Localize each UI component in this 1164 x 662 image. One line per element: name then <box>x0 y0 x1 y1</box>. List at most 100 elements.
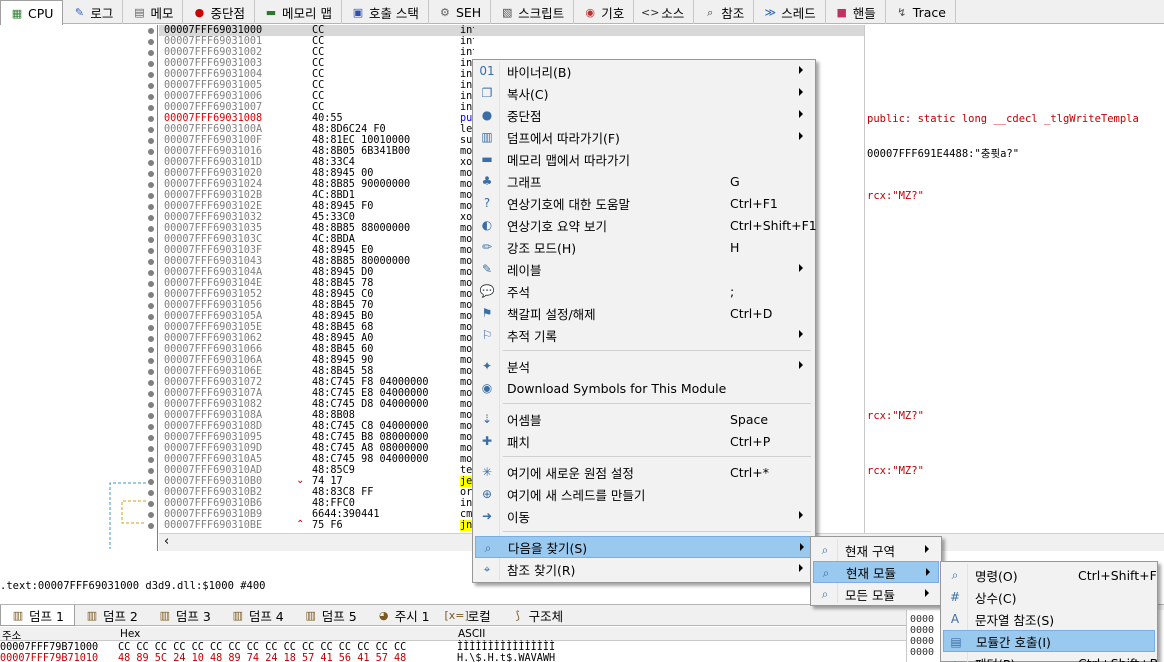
disasm-address[interactable]: 00007FFF6903102B <box>164 190 262 201</box>
disasm-address[interactable]: 00007FFF6903105A <box>164 311 262 322</box>
disasm-bytes[interactable]: 48:8B45 70 <box>312 300 429 311</box>
breakpoint-dot[interactable] <box>148 325 154 331</box>
disasm-bytes[interactable]: 48:C745 C8 04000000 <box>312 421 429 432</box>
disasm-address[interactable]: 00007FFF69031052 <box>164 289 262 300</box>
breakpoint-dot[interactable] <box>148 149 154 155</box>
bottom-tab-5[interactable]: ▥ 덤프 5 <box>294 605 367 626</box>
disasm-bytes[interactable]: 75 F6 <box>312 520 429 531</box>
breakpoint-dot[interactable] <box>148 105 154 111</box>
disasm-address[interactable]: 00007FFF6903106A <box>164 355 262 366</box>
dump-addr[interactable]: 00007FFF79B71010 <box>0 653 98 662</box>
menu-item-constant[interactable]: # 상수(C) <box>943 586 1155 608</box>
tab-handles[interactable]: ■ 핸들 <box>826 0 886 24</box>
tab-cpu[interactable]: ▦ CPU <box>0 0 64 25</box>
breakpoint-dot[interactable] <box>148 160 154 166</box>
menu-item-comment[interactable]: 💬 주석; <box>475 280 813 302</box>
disasm-address[interactable]: 00007FFF690310B2 <box>164 487 262 498</box>
disasm-address[interactable]: 00007FFF69031035 <box>164 223 262 234</box>
breakpoint-dot[interactable] <box>148 72 154 78</box>
breakpoint-dot[interactable] <box>148 204 154 210</box>
menu-item-goto[interactable]: ➜ 이동 <box>475 505 813 527</box>
disasm-address[interactable]: 00007FFF69031006 <box>164 91 262 102</box>
disasm-address[interactable]: 00007FFF6903102E <box>164 201 262 212</box>
menu-item-origin[interactable]: ✳ 여기에 새로운 원점 설정 Ctrl+* <box>475 461 813 483</box>
disasm-comment[interactable]: 00007FFF691E4488:"충퓟a?" <box>867 146 1019 161</box>
breakpoint-dot[interactable] <box>148 391 154 397</box>
disasm-bytes[interactable]: 48:8B85 88000000 <box>312 223 429 234</box>
disasm-address[interactable]: 00007FFF6903109D <box>164 443 262 454</box>
disasm-address[interactable]: 00007FFF690310A5 <box>164 454 262 465</box>
disasm-bytes[interactable]: 48:8945 E0 <box>312 245 429 256</box>
disasm-comment[interactable]: rcx:"MZ?" <box>867 190 924 202</box>
dump-hex[interactable]: 48 89 5C 24 10 48 89 74 24 18 57 41 56 4… <box>118 653 406 662</box>
disasm-address[interactable]: 00007FFF69031001 <box>164 36 262 47</box>
breakpoint-dot[interactable] <box>148 182 154 188</box>
disasm-bytes[interactable]: 48:85C9 <box>312 465 429 476</box>
disasm-address[interactable]: 00007FFF6903103C <box>164 234 262 245</box>
disasm-bytes[interactable]: 45:33C0 <box>312 212 429 223</box>
disasm-bytes[interactable]: CC <box>312 102 429 113</box>
menu-item-string[interactable]: A 문자열 참조(S) <box>943 608 1155 630</box>
disasm-bytes[interactable]: 40:55 <box>312 113 429 124</box>
disasm-address[interactable]: 00007FFF69031000 <box>164 25 262 36</box>
menu-item-graph[interactable]: ♣ 그래프 G <box>475 170 813 192</box>
disasm-bytes[interactable]: 48:81EC 10010000 <box>312 135 429 146</box>
bottom-tab-2[interactable]: ▥ 덤프 2 <box>75 605 148 626</box>
disasm-bytes[interactable]: 48:8B45 68 <box>312 322 429 333</box>
disasm-address[interactable]: 00007FFF690310B0 <box>164 476 262 487</box>
disasm-bytes[interactable]: CC <box>312 91 429 102</box>
menu-item-pattern[interactable]: ⌕ 패턴(P) Ctrl+Shift+B <box>943 652 1159 662</box>
disasm-bytes[interactable]: 48:33C4 <box>312 157 429 168</box>
bottom-tab-1[interactable]: ▥ 덤프 1 <box>0 605 75 626</box>
stack-value[interactable]: 0000 <box>910 614 934 625</box>
disasm-address[interactable]: 00007FFF6903108A <box>164 410 262 421</box>
stack-value[interactable]: 0000 <box>910 636 934 647</box>
tab-seh[interactable]: ⚙ SEH <box>429 0 492 24</box>
breakpoint-dot[interactable] <box>148 424 154 430</box>
menu-item-region[interactable]: ⌕ 현재 구역 <box>813 539 939 561</box>
disasm-comment[interactable]: public: static long __cdecl _tlgWriteTem… <box>867 113 1139 125</box>
menu-item-trace-record[interactable]: ⚐ 추적 기록 <box>475 324 813 346</box>
menu-item-patch[interactable]: ✚ 패치 Ctrl+P <box>475 430 813 452</box>
disasm-bytes[interactable]: CC <box>312 47 429 58</box>
disasm-address[interactable]: 00007FFF69031007 <box>164 102 262 113</box>
disasm-address[interactable]: 00007FFF69031020 <box>164 168 262 179</box>
disasm-bytes[interactable]: 48:FFC0 <box>312 498 429 509</box>
disasm-address[interactable]: 00007FFF69031095 <box>164 432 262 443</box>
disasm-comment[interactable]: rcx:"MZ?" <box>867 465 924 477</box>
breakpoint-dot[interactable] <box>148 468 154 474</box>
menu-item-copy[interactable]: ❐ 복사(C) <box>475 82 813 104</box>
disasm-address[interactable]: 00007FFF69031043 <box>164 256 262 267</box>
disasm-instruction[interactable]: int3 <box>460 47 474 58</box>
breakpoint-dots[interactable] <box>146 25 158 529</box>
disasm-bytes[interactable]: 48:C745 D8 04000000 <box>312 399 429 410</box>
breakpoint-dot[interactable] <box>148 523 154 529</box>
tab-notes[interactable]: ▤ 메모 <box>123 0 184 24</box>
disasm-bytes[interactable]: 48:C745 F8 04000000 <box>312 377 429 388</box>
breakpoint-dot[interactable] <box>148 94 154 100</box>
disasm-address[interactable]: 00007FFF69031032 <box>164 212 262 223</box>
tab-breakpoint[interactable]: ● 중단점 <box>183 0 255 24</box>
tab-symbols[interactable]: ◉ 기호 <box>574 0 635 24</box>
tab-threads[interactable]: ≫ 스레드 <box>754 0 826 24</box>
menu-item-download-symbols[interactable]: ◉ Download Symbols for This Module <box>475 377 813 399</box>
disasm-address[interactable]: 00007FFF69031002 <box>164 47 262 58</box>
dump-row[interactable]: 00007FFF79B71000 CC CC CC CC CC CC CC CC … <box>0 642 906 653</box>
breakpoint-dot[interactable] <box>148 226 154 232</box>
menu-item-bookmark[interactable]: ⚑ 책갈피 설정/해제 Ctrl+D <box>475 302 813 324</box>
disasm-bytes[interactable]: 48:8945 C0 <box>312 289 429 300</box>
breakpoint-dot[interactable] <box>148 259 154 265</box>
menu-item-search-for[interactable]: ⌕ 다음을 찾기(S) <box>475 536 813 558</box>
breakpoint-dot[interactable] <box>148 83 154 89</box>
breakpoint-dot[interactable] <box>148 413 154 419</box>
disasm-address[interactable]: 00007FFF690310BE <box>164 520 262 531</box>
menu-item-follow-memory-map[interactable]: ▬ 메모리 맵에서 따라가기 <box>475 148 813 170</box>
breakpoint-dot[interactable] <box>148 303 154 309</box>
disasm-address[interactable]: 00007FFF6903108D <box>164 421 262 432</box>
disasm-address[interactable]: 00007FFF6903100F <box>164 135 262 146</box>
breakpoint-dot[interactable] <box>148 380 154 386</box>
menu-item-new-thread[interactable]: ⊕ 여기에 새 스레드를 만들기 <box>475 483 813 505</box>
bottom-tab-4[interactable]: ▥ 덤프 4 <box>221 605 294 626</box>
disasm-address[interactable]: 00007FFF6903107A <box>164 388 262 399</box>
disasm-address[interactable]: 00007FFF690310B6 <box>164 498 262 509</box>
